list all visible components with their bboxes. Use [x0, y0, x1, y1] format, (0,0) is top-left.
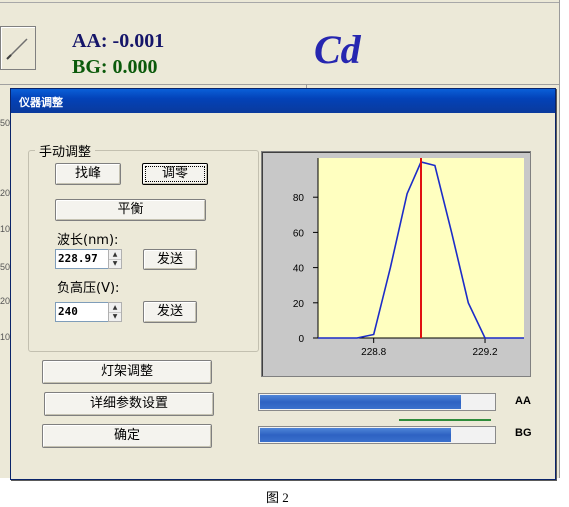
manual-adjust-group-title: 手动调整 — [35, 141, 96, 160]
y-tick-label: 80 — [293, 193, 305, 204]
aa-readout: AA: -0.001 — [72, 30, 165, 52]
send-label: 发送 — [156, 252, 183, 267]
detailed-settings-label: 详细参数设置 — [89, 396, 168, 411]
peak-scan-plot: 0 20 40 60 80 228.8 229.2 — [293, 158, 524, 358]
edge-axis-label: 20 — [0, 188, 11, 198]
element-symbol: Cd — [314, 27, 361, 72]
top-divider — [0, 2, 559, 3]
threshold-line — [399, 419, 491, 421]
x-tick-label: 228.8 — [361, 347, 386, 358]
aa-bar-label: AA — [515, 395, 531, 407]
dialog-title: 仪器调整 — [19, 96, 63, 109]
pen-tool-button[interactable] — [0, 26, 36, 70]
find-peak-button[interactable]: 找峰 — [55, 163, 121, 185]
edge-axis-label: 20 — [0, 296, 11, 306]
bg-level-fill — [260, 428, 451, 442]
detailed-settings-button[interactable]: 详细参数设置 — [44, 392, 214, 416]
bg-level-bar — [258, 426, 496, 444]
y-tick-label: 0 — [298, 334, 304, 345]
figure-caption: 图 2 — [266, 490, 289, 505]
lamp-adjust-label: 灯架调整 — [100, 364, 153, 379]
find-peak-label: 找峰 — [74, 166, 101, 181]
aa-level-bar — [258, 393, 496, 411]
wavelength-input[interactable]: 228.97 — [55, 249, 109, 269]
hv-label: 负高压(V): — [57, 281, 120, 296]
send-wavelength-button[interactable]: 发送 — [143, 249, 197, 270]
edge-axis-label: 50 — [0, 118, 11, 128]
edge-axis-label: 10 — [0, 224, 11, 234]
aa-level-fill — [260, 395, 461, 409]
send-label: 发送 — [156, 304, 183, 319]
zero-button[interactable]: 调零 — [142, 163, 208, 185]
hv-spinner[interactable]: ▲ ▼ — [108, 302, 122, 322]
wavelength-label: 波长(nm): — [57, 233, 119, 248]
y-tick-label: 40 — [293, 264, 305, 275]
ok-button[interactable]: 确定 — [42, 424, 212, 448]
bg-readout: BG: 0.000 — [72, 56, 158, 78]
y-tick-label: 20 — [293, 299, 305, 310]
pen-icon — [6, 38, 28, 60]
peak-scan-chart: 0 20 40 60 80 228.8 229.2 — [261, 151, 531, 377]
x-tick-label: 229.2 — [473, 347, 498, 358]
wavelength-spinner[interactable]: ▲ ▼ — [108, 249, 122, 269]
balance-button[interactable]: 平衡 — [55, 199, 206, 221]
y-tick-label: 60 — [293, 228, 305, 239]
balance-label: 平衡 — [117, 202, 144, 217]
hv-input[interactable]: 240 — [55, 302, 109, 322]
zero-label: 调零 — [145, 166, 205, 182]
ok-label: 确定 — [113, 428, 140, 443]
dialog-titlebar[interactable]: 仪器调整 — [11, 89, 555, 113]
edge-axis-label: 10 — [0, 332, 11, 342]
edge-axis-label: 50 — [0, 262, 11, 272]
bg-bar-label: BG — [515, 427, 532, 439]
lamp-adjust-button[interactable]: 灯架调整 — [42, 360, 212, 384]
instrument-adjust-dialog: 仪器调整 手动调整 找峰 调零 平衡 波长(nm): 228.97 ▲ ▼ 发送… — [10, 88, 556, 480]
send-hv-button[interactable]: 发送 — [143, 301, 197, 323]
spin-down-icon[interactable]: ▼ — [109, 259, 121, 268]
spin-down-icon[interactable]: ▼ — [109, 312, 121, 321]
